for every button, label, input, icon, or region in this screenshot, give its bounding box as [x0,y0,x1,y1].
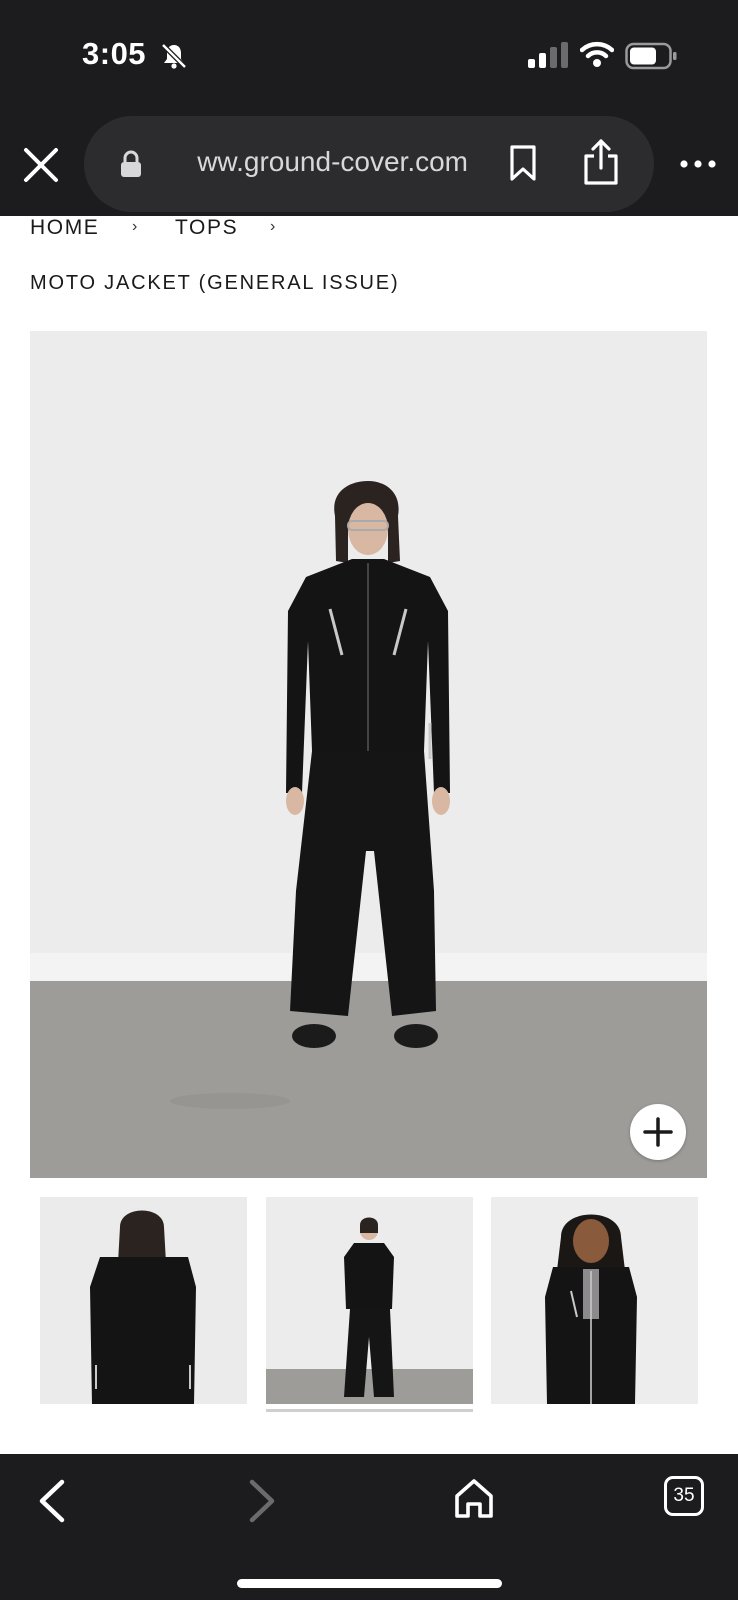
browser-bottom-bar: 35 [0,1454,738,1600]
bookmark-icon[interactable] [508,144,538,182]
home-indicator [237,1579,502,1588]
home-icon[interactable] [452,1476,496,1520]
chevron-left-icon[interactable] [36,1478,68,1524]
product-title: MOTO JACKET (GENERAL ISSUE) [30,272,400,294]
chevron-right-icon[interactable] [246,1478,278,1524]
thumbnail-image [491,1197,698,1404]
breadcrumb-separator: › [270,218,277,235]
status-time: 3:05 [82,36,147,71]
cellular-signal-icon [528,42,568,68]
zoom-button[interactable] [630,1104,686,1160]
breadcrumb-home-link[interactable]: HOME [30,216,99,240]
thumbnail-2[interactable] [266,1197,473,1404]
tab-count: 35 [673,1485,695,1506]
plus-icon [643,1117,673,1147]
thumbnail-3[interactable] [491,1197,698,1404]
lock-icon [121,150,141,177]
wifi-icon [580,41,614,67]
browser-top-bar: 3:05 ww.ground-cover.com [0,0,738,216]
breadcrumb: HOME › TOPS › [30,216,730,246]
thumbnail-image [40,1197,247,1404]
more-icon[interactable] [678,150,718,178]
thumbnail-1[interactable] [40,1197,247,1404]
selected-thumbnail-indicator [266,1409,473,1412]
share-icon[interactable] [582,138,620,186]
address-bar[interactable]: ww.ground-cover.com [84,116,654,212]
product-photo [30,331,707,1178]
url-text[interactable]: ww.ground-cover.com [176,146,468,182]
breadcrumb-tops-link[interactable]: TOPS [175,216,238,240]
bell-slash-icon [161,43,187,69]
tabs-button[interactable]: 35 [664,1476,704,1516]
thumbnail-image [266,1197,473,1404]
battery-icon [625,42,677,70]
breadcrumb-separator: › [132,218,139,235]
url-value: ww.ground-cover.com [197,146,468,177]
product-main-image[interactable] [30,331,707,1178]
close-button[interactable] [22,146,60,184]
